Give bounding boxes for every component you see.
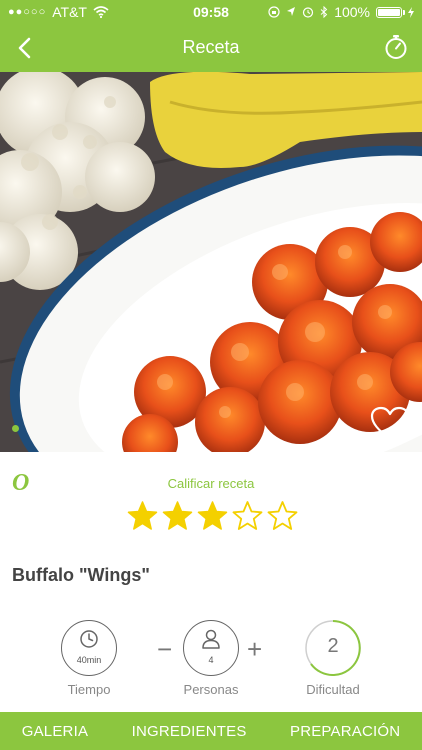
alarm-icon xyxy=(303,7,314,18)
persons-value: 4 xyxy=(208,655,214,665)
difficulty-circle: 2 xyxy=(305,620,361,676)
charging-icon xyxy=(408,6,414,18)
status-bar: ●●○○○ AT&T 09:58 100% xyxy=(0,0,422,24)
favorite-button[interactable] xyxy=(370,406,410,442)
time-info: 40min Tiempo xyxy=(49,620,129,697)
difficulty-label: Dificultad xyxy=(306,682,360,697)
stopwatch-icon xyxy=(385,35,407,59)
star-2-icon[interactable] xyxy=(162,501,193,531)
tab-ingredientes[interactable]: INGREDIENTES xyxy=(128,723,251,740)
star-3-icon[interactable] xyxy=(197,501,228,531)
battery-icon xyxy=(376,6,405,18)
time-label: Tiempo xyxy=(67,682,111,697)
location-icon xyxy=(287,7,296,16)
persons-info: 4 Personas xyxy=(171,620,251,697)
time-value: 40min xyxy=(76,655,102,665)
time-circle: 40min xyxy=(61,620,117,676)
rotation-lock-icon xyxy=(268,6,280,18)
star-1-icon[interactable] xyxy=(127,501,158,531)
persons-label: Personas xyxy=(183,682,239,697)
rate-recipe-label: Calificar receta xyxy=(167,476,255,491)
timer-button[interactable] xyxy=(382,33,410,61)
increase-persons-button[interactable]: + xyxy=(247,634,262,665)
recipe-photo[interactable] xyxy=(0,72,422,452)
decrease-persons-button[interactable]: − xyxy=(157,634,172,665)
navigation-bar: Receta xyxy=(0,24,422,72)
tab-preparacion[interactable]: PREPARACIÓN xyxy=(286,723,404,740)
header: ●●○○○ AT&T 09:58 100% Receta xyxy=(0,0,422,72)
gallery-page-indicator xyxy=(12,425,19,432)
difficulty-value: 2 xyxy=(327,635,339,657)
battery-percent: 100% xyxy=(334,4,370,20)
person-icon xyxy=(202,629,220,649)
star-4-icon[interactable] xyxy=(232,501,263,531)
star-5-icon[interactable] xyxy=(267,501,298,531)
star-rating[interactable] xyxy=(127,501,298,531)
heart-icon xyxy=(370,406,410,441)
food-image xyxy=(0,72,422,452)
page-title: Receta xyxy=(182,37,240,57)
bluetooth-icon xyxy=(320,6,328,18)
bottom-tab-bar: GALERIA INGREDIENTES PREPARACIÓN xyxy=(0,712,422,750)
clock-icon xyxy=(80,630,98,648)
difficulty-info: 2 Dificultad xyxy=(293,620,373,697)
tab-galeria[interactable]: GALERIA xyxy=(18,723,92,740)
persons-circle: 4 xyxy=(183,620,239,676)
recipe-title: Buffalo "Wings" xyxy=(12,565,150,585)
